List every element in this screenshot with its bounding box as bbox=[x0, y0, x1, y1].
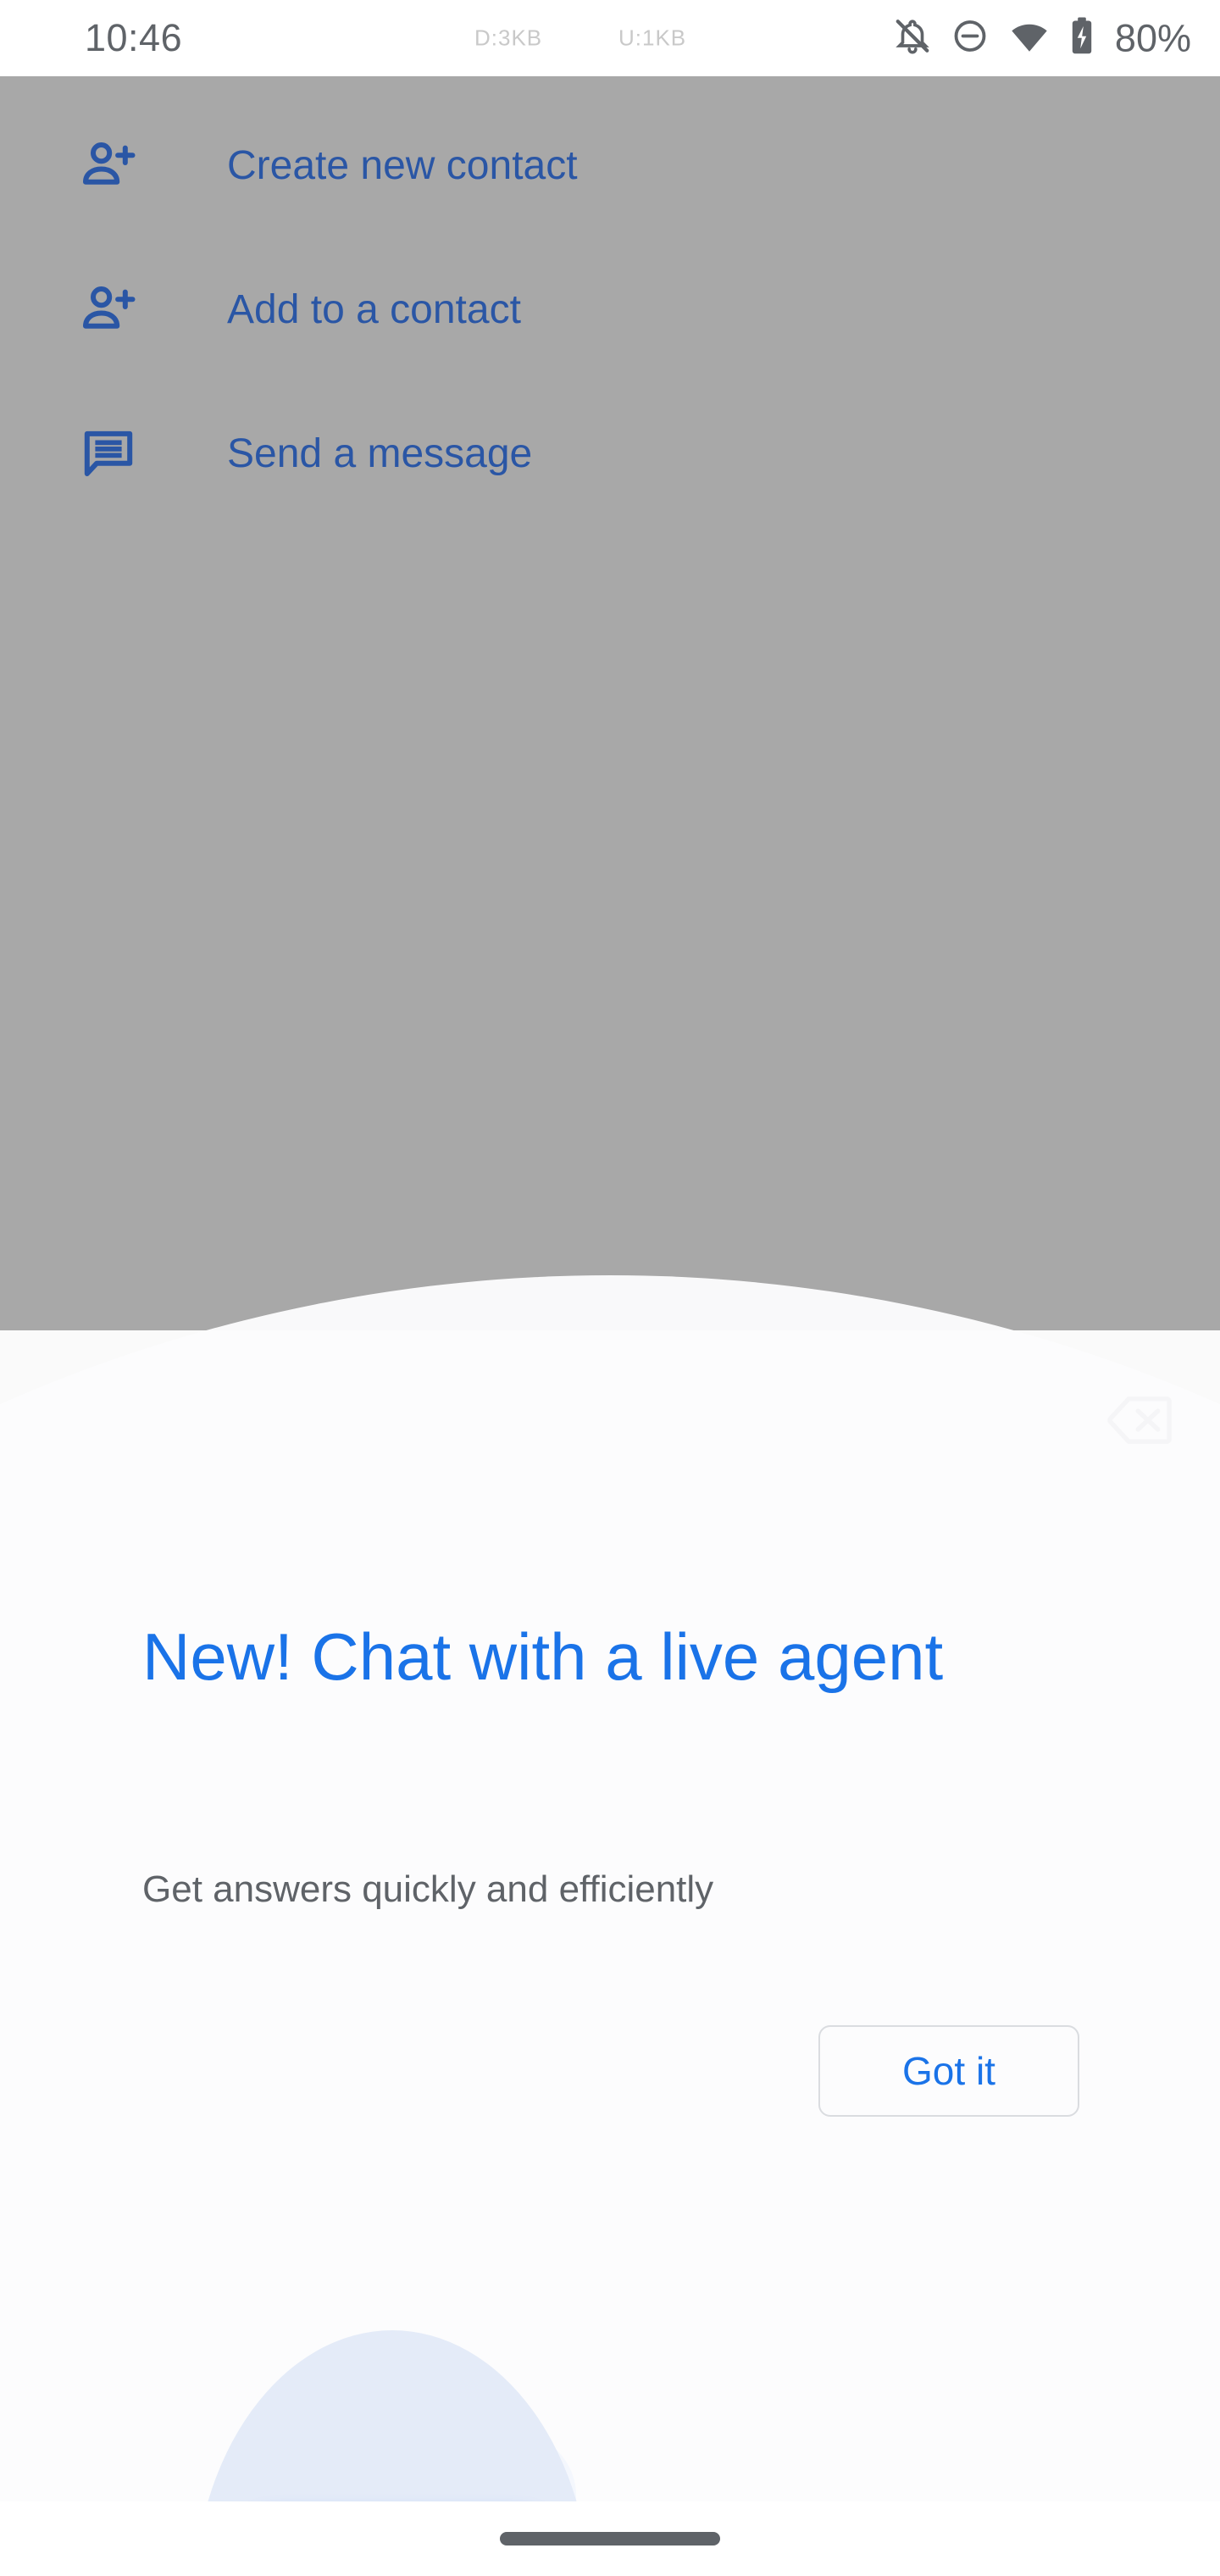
key-letters: JKL bbox=[585, 1757, 635, 1782]
menu-item-send-a-message[interactable]: Send a message bbox=[0, 381, 1220, 525]
menu-item-label: Add to a contact bbox=[227, 286, 521, 332]
battery-percentage: 80% bbox=[1114, 16, 1191, 59]
dialer-screen: +1 510-534-0575 1 2 ABC 3 DEF 4 GHI 5 JK… bbox=[0, 1330, 1220, 2576]
key-letters: MNO bbox=[984, 1757, 1049, 1782]
key-digit: * bbox=[190, 1992, 217, 2067]
key-digit: 3 bbox=[998, 1534, 1035, 1608]
menu-item-create-new-contact[interactable]: Create new contact bbox=[0, 93, 1220, 237]
person-add-icon bbox=[78, 279, 139, 340]
upload-rate: U:1KB bbox=[618, 25, 687, 51]
home-indicator[interactable] bbox=[500, 2532, 720, 2545]
message-icon bbox=[78, 423, 139, 484]
wifi-icon bbox=[1008, 17, 1051, 60]
got-it-button[interactable]: Got it bbox=[818, 2025, 1079, 2117]
key-digit: 0 bbox=[591, 1981, 629, 2056]
dialer-header: +1 510-534-0575 bbox=[0, 1330, 1220, 1491]
key-digit: 2 bbox=[591, 1534, 629, 1608]
menu-item-label: Create new contact bbox=[227, 142, 578, 188]
key-letters: + bbox=[601, 2055, 619, 2080]
key-digit: 1 bbox=[185, 1545, 222, 1619]
dialpad-key-star[interactable]: * bbox=[0, 1957, 407, 2107]
status-bar: 10:46 D:3KB U:1KB 80% bbox=[0, 0, 1220, 76]
person-add-icon bbox=[78, 135, 139, 196]
dialer-divider bbox=[0, 1491, 1220, 1493]
system-navigation-bar bbox=[0, 2501, 1220, 2576]
download-rate: D:3KB bbox=[474, 25, 543, 51]
key-letters: WXYZ bbox=[976, 1906, 1057, 1931]
do-not-disturb-icon bbox=[951, 17, 990, 60]
key-digit: 9 bbox=[998, 1832, 1035, 1907]
key-digit: 6 bbox=[998, 1683, 1035, 1757]
dialpad-key-0[interactable]: 0 + bbox=[407, 1957, 813, 2107]
status-clock: 10:46 bbox=[85, 16, 183, 59]
phone-screen: 10:46 D:3KB U:1KB 80% Create new contact… bbox=[0, 0, 1220, 2576]
backspace-icon[interactable] bbox=[1106, 1393, 1173, 1447]
status-icon-group: 80% bbox=[893, 16, 1191, 61]
menu-item-label: Send a message bbox=[227, 430, 533, 476]
promo-subtitle: Get answers quickly and efficiently bbox=[142, 1868, 714, 1910]
battery-charging-icon bbox=[1069, 16, 1095, 61]
menu-item-add-to-a-contact[interactable]: Add to a contact bbox=[0, 237, 1220, 381]
promo-title: New! Chat with a live agent bbox=[142, 1619, 944, 1694]
dialpad: 1 2 ABC 3 DEF 4 GHI 5 JKL 6 MNO 7 PQRS 8… bbox=[0, 1510, 1220, 2107]
bell-off-icon bbox=[893, 17, 932, 60]
dialpad-key-9[interactable]: 9 WXYZ bbox=[813, 1808, 1220, 1957]
context-menu: Create new contact Add to a contact Send… bbox=[0, 93, 1220, 525]
phone-number-display[interactable]: +1 510-534-0575 bbox=[0, 1376, 1220, 1450]
key-letters: GHI bbox=[177, 1757, 230, 1782]
